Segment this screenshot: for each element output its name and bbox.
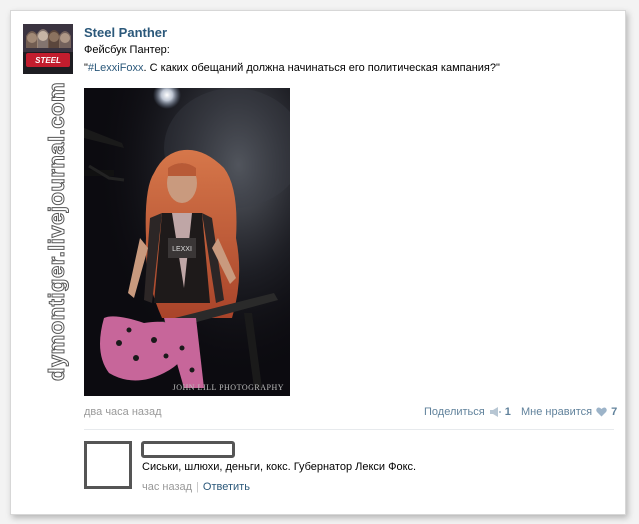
wall-post-card: STEEL Steel Panther Фейсбук Пантер: "#Le… xyxy=(10,10,626,515)
comment-author-name-redacted[interactable] xyxy=(141,441,235,458)
comment-timestamp[interactable]: час назад xyxy=(142,481,192,493)
band-avatar-image: STEEL xyxy=(23,24,73,74)
heart-icon xyxy=(596,407,607,417)
comments-divider xyxy=(84,429,614,430)
screenshot-canvas: STEEL Steel Panther Фейсбук Пантер: "#Le… xyxy=(0,0,639,524)
comment-meta-separator: | xyxy=(196,481,199,493)
share-count: 1 xyxy=(504,406,511,418)
comment-text: Сиськи, шлюхи, деньги, кокс. Губернатор … xyxy=(142,461,417,473)
share-button[interactable]: Поделиться 1 xyxy=(424,406,511,418)
like-button[interactable]: Мне нравится 7 xyxy=(521,406,617,418)
reply-button[interactable]: Ответить xyxy=(203,481,250,493)
share-label: Поделиться xyxy=(424,406,485,418)
guitarist-photo: LEXXI xyxy=(84,88,290,396)
watermark: dymontiger.livejournal.com xyxy=(44,81,70,381)
post-photo[interactable]: LEXXI JOHN LILL PHOTOGRAPHY xyxy=(84,88,290,396)
svg-text:LEXXI: LEXXI xyxy=(172,246,192,253)
comment-author-avatar-redacted[interactable] xyxy=(84,441,132,489)
post-author-avatar[interactable]: STEEL xyxy=(23,24,73,74)
megaphone-icon xyxy=(489,407,501,417)
post-text-rest: . С каких обещаний должна начинаться его… xyxy=(143,62,500,74)
post-author-name[interactable]: Steel Panther xyxy=(84,25,167,40)
post-text-line1: Фейсбук Пантер: xyxy=(84,44,170,56)
comment-meta: час назад | Ответить xyxy=(142,481,250,493)
hashtag-link[interactable]: #LexxiFoxx xyxy=(88,62,144,74)
like-label: Мне нравится xyxy=(521,406,593,418)
photo-credit: JOHN LILL PHOTOGRAPHY xyxy=(172,383,284,392)
post-text-line2: "#LexxiFoxx. С каких обещаний должна нач… xyxy=(84,62,500,74)
svg-text:STEEL: STEEL xyxy=(35,56,61,65)
post-timestamp[interactable]: два часа назад xyxy=(84,406,161,418)
like-count: 7 xyxy=(611,406,618,418)
